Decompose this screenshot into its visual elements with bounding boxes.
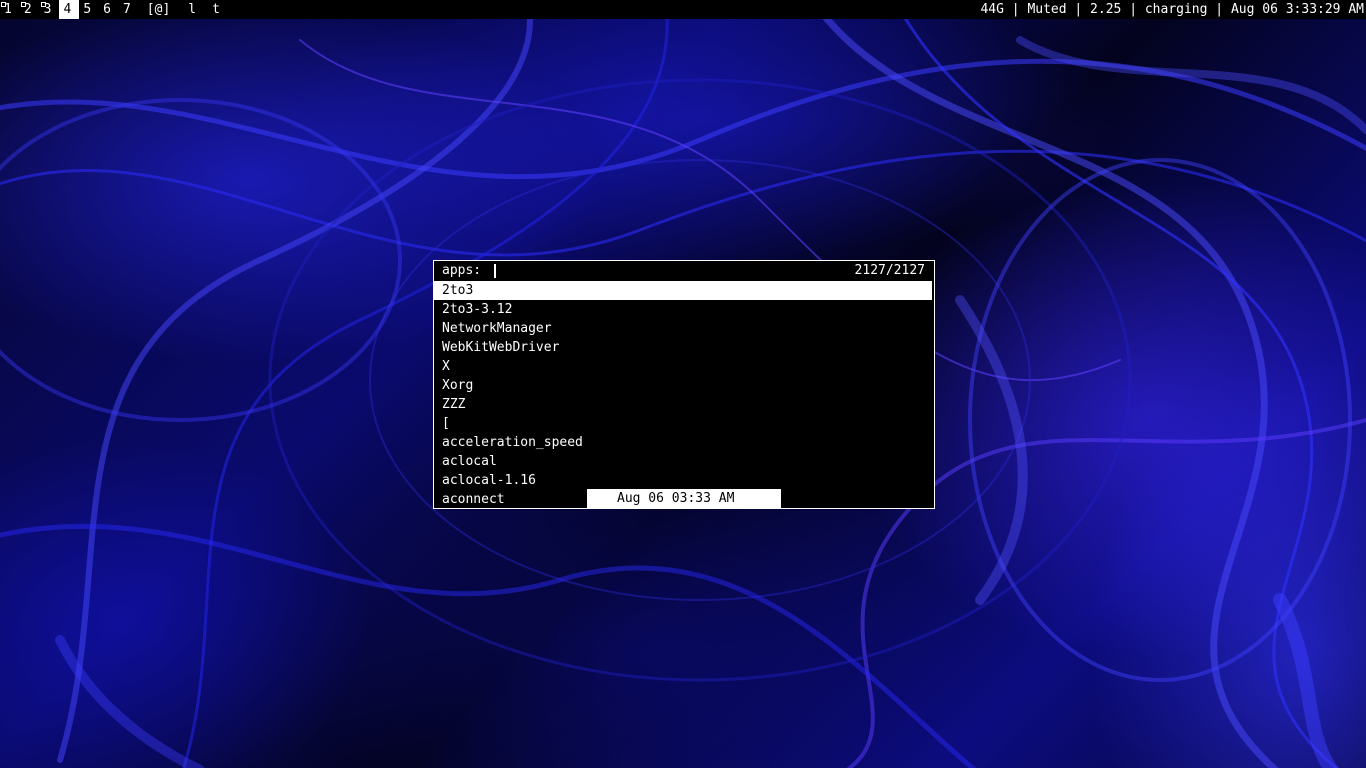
tag-1[interactable]: 1 [0,0,20,19]
layout-name: l [188,2,197,17]
launcher-results-list: 2to3 2to3-3.12 NetworkManager WebKitWebD… [434,281,934,509]
tag-3[interactable]: 3 [40,0,60,19]
launcher-item[interactable]: X [434,357,932,376]
layout-symbol[interactable]: [@] [139,0,180,19]
tag-7[interactable]: 7 [119,0,139,19]
launcher-item[interactable]: WebKitWebDriver [434,338,932,357]
match-count: 2127/2127 [854,263,925,278]
launcher-item[interactable]: ZZZ [434,395,932,414]
launcher-item[interactable]: aclocal [434,452,932,471]
launcher-item[interactable]: Xorg [434,376,932,395]
text-cursor [494,264,496,278]
tag-6[interactable]: 6 [99,0,119,19]
launcher-item[interactable]: 2to3-3.12 [434,300,932,319]
launcher-item[interactable]: aclocal-1.16 [434,471,932,490]
launcher-item[interactable]: [ [434,414,932,433]
launcher-item[interactable]: NetworkManager [434,319,932,338]
app-launcher-menu: apps: 2127/2127 2to3 2to3-3.12 NetworkMa… [433,260,935,509]
status-text: 44G | Muted | 2.25 | charging | Aug 06 3… [980,2,1364,17]
launcher-item[interactable]: 2to3 [434,281,932,300]
launcher-search-input[interactable] [488,263,828,278]
clock-notification: Aug 06 03:33 AM [587,489,781,508]
workspace-tags: 1 2 3 4 5 6 7 [@] l t [0,0,228,19]
status-bar: 1 2 3 4 5 6 7 [@] l t 44G | Muted | 2.25… [0,0,1366,19]
tag-5[interactable]: 5 [79,0,99,19]
launcher-prompt-label: apps: [442,263,482,278]
launcher-prompt-row: apps: 2127/2127 [434,261,934,280]
tag-4[interactable]: 4 [59,0,80,19]
launcher-item[interactable]: acceleration_speed [434,433,932,452]
window-title: t [212,2,220,17]
tag-2[interactable]: 2 [20,0,40,19]
